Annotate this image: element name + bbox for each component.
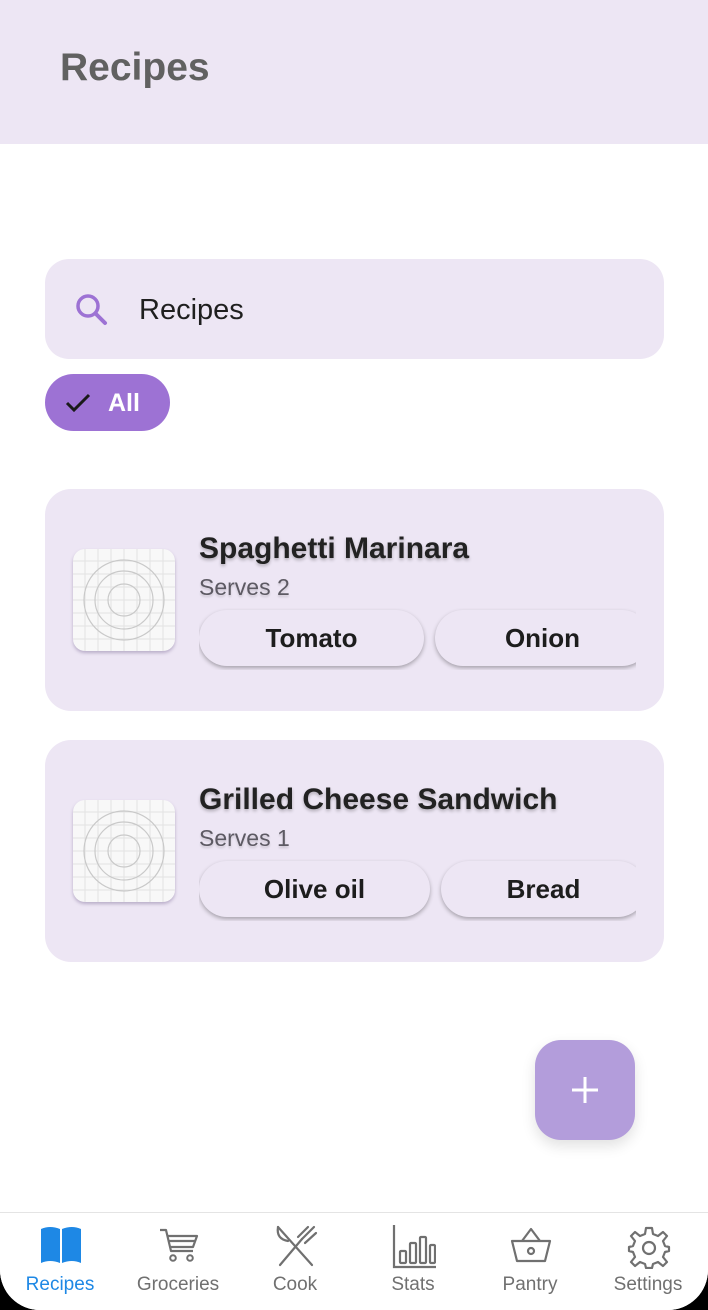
- book-icon: [41, 1227, 81, 1263]
- nav-item-pantry[interactable]: Pantry: [471, 1213, 589, 1310]
- ingredient-chip[interactable]: Bread: [441, 861, 636, 917]
- gear-icon: [627, 1226, 671, 1269]
- ingredient-chips: Olive oil Bread: [199, 859, 636, 921]
- ingredient-chip[interactable]: Onion: [435, 610, 636, 666]
- nav-label: Stats: [391, 1274, 435, 1295]
- filter-chip-all[interactable]: All: [45, 374, 170, 431]
- recipe-serves: Serves 2: [199, 574, 290, 600]
- app-bar: Recipes: [0, 0, 708, 144]
- recipe-placeholder-image: [73, 800, 175, 902]
- recipe-title: Grilled Cheese Sandwich: [199, 783, 558, 816]
- nav-item-recipes[interactable]: Recipes: [1, 1213, 119, 1310]
- utensils-icon: [276, 1225, 318, 1267]
- nav-label: Cook: [272, 1274, 318, 1295]
- nav-item-settings[interactable]: Settings: [589, 1213, 707, 1310]
- bottom-navigation: Recipes Groceries Cook Stats Pantry Sett…: [0, 1212, 708, 1310]
- filter-chip-label: All: [108, 389, 140, 417]
- bar-chart-icon: [392, 1225, 436, 1269]
- nav-label: Pantry: [502, 1274, 558, 1295]
- ingredient-chip[interactable]: Olive oil: [199, 861, 430, 917]
- nav-label: Groceries: [136, 1274, 220, 1295]
- ingredient-chip[interactable]: Tomato: [199, 610, 424, 666]
- search-bar[interactable]: [45, 259, 664, 359]
- nav-item-cook[interactable]: Cook: [236, 1213, 354, 1310]
- basket-icon: [510, 1227, 552, 1263]
- check-icon: [65, 393, 91, 413]
- recipe-serves: Serves 1: [199, 825, 290, 851]
- nav-item-stats[interactable]: Stats: [354, 1213, 472, 1310]
- plus-icon: [572, 1077, 598, 1103]
- add-recipe-button[interactable]: [535, 1040, 635, 1140]
- nav-label: Recipes: [25, 1274, 95, 1295]
- recipes-screen: Recipes Recipes All Spaghetti Marinara S…: [0, 0, 708, 1310]
- ingredient-chips: Tomato Onion: [199, 608, 636, 670]
- search-icon: [76, 294, 107, 325]
- recipe-card[interactable]: Spaghetti Marinara Serves 2 Tomato Onion: [45, 489, 664, 711]
- recipe-title: Spaghetti Marinara: [199, 532, 470, 565]
- cart-icon: [160, 1228, 199, 1262]
- search-input[interactable]: Recipes: [139, 292, 244, 328]
- recipe-card[interactable]: Grilled Cheese Sandwich Serves 1 Olive o…: [45, 740, 664, 962]
- nav-item-groceries[interactable]: Groceries: [119, 1213, 237, 1310]
- page-title: Recipes: [60, 46, 210, 89]
- recipe-placeholder-image: [73, 549, 175, 651]
- nav-label: Settings: [613, 1274, 683, 1295]
